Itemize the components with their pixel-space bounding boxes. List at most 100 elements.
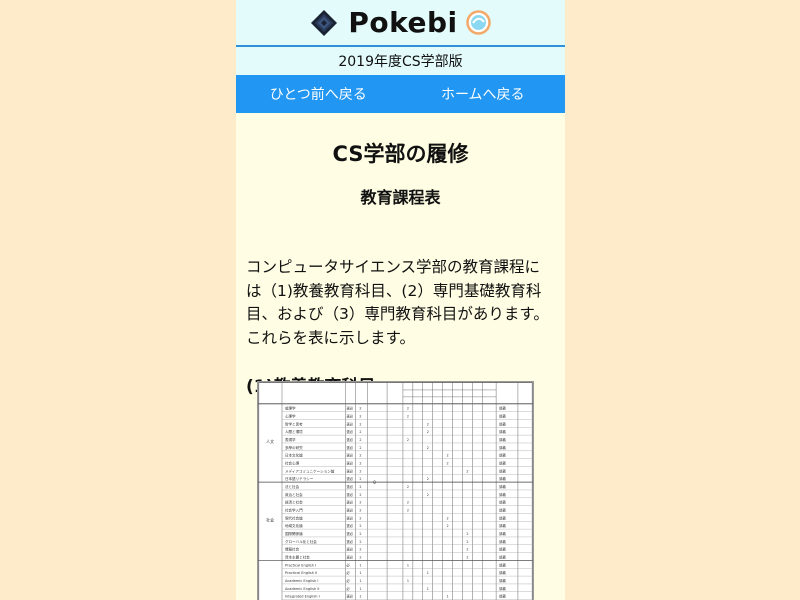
table-cell-year-mark: 2: [407, 485, 409, 489]
table-cell-method: 講義: [499, 500, 506, 505]
table-cell-year-mark: 2: [407, 438, 409, 442]
table-cell-category: 必: [346, 586, 350, 591]
site-header: Pokebi: [236, 0, 565, 47]
table-cell-category: 選必: [346, 461, 353, 466]
table-cell-name: 現代社会論: [285, 515, 303, 520]
table-cell-year-mark: 2: [427, 430, 429, 434]
table-cell-year-mark: 2: [407, 407, 409, 411]
table-cell-year-mark: 2: [427, 493, 429, 497]
table-cell-category: 選必: [346, 429, 353, 434]
table-cell-method: 講義: [499, 421, 506, 426]
home-link[interactable]: ホームへ戻る: [401, 75, 566, 113]
table-cell-method: 講義: [499, 468, 506, 473]
curriculum-table-image: 倫理学 選必 2 2 講義心理学 選必 2 2 講義哲学と思考 選必 2 2 講義人間と環境 選必 2 2 講義…: [257, 381, 534, 600]
table-cell-credits: 2: [359, 524, 361, 528]
table-cell-year-mark: 2: [407, 509, 409, 513]
table-cell-category: 選必: [346, 476, 353, 481]
table-cell-year-mark: 2: [447, 462, 449, 466]
table-cell-credits: 2: [359, 477, 361, 481]
table-cell-year-mark: 2: [466, 556, 468, 560]
table-cell-year-mark: 2: [466, 548, 468, 552]
table-cell-method: 講義: [499, 437, 506, 442]
table-cell-year-mark: 1: [407, 579, 409, 583]
table-cell-year-mark: 2: [466, 532, 468, 536]
table-cell-credits: 2: [359, 446, 361, 450]
table-cell-name: 社会学入門: [285, 508, 303, 513]
table-cell-name: Practical English I: [285, 563, 316, 567]
table-cell-name: 法と社会: [285, 484, 300, 489]
table-cell-name: 倫理学: [285, 406, 296, 411]
table-group-label: 人文: [266, 439, 274, 444]
table-cell-credits: 2: [359, 485, 361, 489]
table-group-total: 8: [373, 480, 376, 485]
table-cell-year-mark: 2: [407, 501, 409, 505]
table-cell-method: 講義: [499, 414, 506, 419]
table-cell-method: 講義: [499, 515, 506, 520]
table-cell-method: 講義: [499, 461, 506, 466]
table-cell-name: 心理学: [285, 414, 296, 419]
table-cell-category: 選必: [346, 492, 353, 497]
table-cell-credits: 2: [359, 509, 361, 513]
table-cell-method: 講義: [499, 570, 506, 575]
table-cell-category: 選必: [346, 437, 353, 442]
table-cell-method: 講義: [499, 547, 506, 552]
table-cell-name: 日本文化論: [285, 453, 303, 458]
table-cell-category: 選必: [346, 421, 353, 426]
table-cell-method: 講義: [499, 445, 506, 450]
table-cell-credits: 2: [359, 469, 361, 473]
table-cell-name: 国際関係論: [285, 531, 303, 536]
table-cell-year-mark: 2: [427, 477, 429, 481]
table-cell-method: 講義: [499, 476, 506, 481]
table-cell-category: 選必: [346, 500, 353, 505]
table-cell-name: グローバル化と社会: [285, 539, 317, 544]
table-cell-name: Academic English I: [285, 579, 318, 583]
main-content: CS学部の履修 教育課程表 コンピュータサイエンス学部の教育課程には（1)教養教…: [236, 138, 565, 397]
table-cell-year-mark: 1: [447, 595, 449, 599]
table-cell-credits: 2: [359, 548, 361, 552]
table-cell-name: メディアコミュニケーション論: [285, 468, 335, 473]
table-cell-method: 講義: [499, 484, 506, 489]
table-cell-credits: 2: [359, 438, 361, 442]
table-cell-year-mark: 1: [407, 563, 409, 567]
table-cell-credits: 2: [359, 462, 361, 466]
table-cell-credits: 2: [359, 532, 361, 536]
table-cell-name: 情報社会: [285, 547, 300, 552]
nav-bar: ひとつ前へ戻る ホームへ戻る: [236, 75, 565, 113]
back-link[interactable]: ひとつ前へ戻る: [236, 75, 401, 113]
table-cell-credits: 2: [359, 516, 361, 520]
table-cell-credits: 2: [359, 422, 361, 426]
table-cell-method: 講義: [499, 531, 506, 536]
table-cell-credits: 2: [359, 454, 361, 458]
table-cell-year-mark: 2: [447, 454, 449, 458]
table-cell-category: 選必: [346, 594, 353, 599]
table-cell-credits: 1: [359, 579, 361, 583]
edition-label: 2019年度CS学部版: [236, 47, 565, 75]
table-cell-credits: 2: [359, 540, 361, 544]
table-cell-name: Integrated English I: [285, 595, 320, 599]
table-cell-credits: 1: [359, 563, 361, 567]
table-cell-method: 講義: [499, 492, 506, 497]
table-cell-method: 講義: [499, 578, 506, 583]
table-cell-method: 講義: [499, 453, 506, 458]
table-cell-year-mark: 2: [447, 516, 449, 520]
table-cell-category: 必: [346, 562, 350, 567]
table-cell-credits: 1: [359, 595, 361, 599]
table-cell-year-mark: 1: [427, 587, 429, 591]
table-cell-year-mark: 2: [466, 540, 468, 544]
table-cell-category: 必: [346, 578, 350, 583]
table-cell-year-mark: 2: [447, 524, 449, 528]
ball-logo-icon: [465, 10, 491, 35]
table-cell-name: Practical English II: [285, 571, 317, 575]
site-brand[interactable]: Pokebi: [348, 6, 457, 39]
table-cell-credits: 1: [359, 571, 361, 575]
table-cell-name: 日本語リテラシー: [285, 476, 314, 481]
table-cell-category: 選必: [346, 508, 353, 513]
table-cell-year-mark: 2: [407, 415, 409, 419]
table-cell-credits: 2: [359, 415, 361, 419]
table-cell-category: 必: [346, 570, 350, 575]
table-cell-category: 選必: [346, 414, 353, 419]
table-cell-category: 選必: [346, 453, 353, 458]
table-cell-name: 経済と社会: [285, 500, 303, 505]
table-cell-name: 哲学と思考: [285, 421, 303, 426]
table-cell-category: 選必: [346, 547, 353, 552]
